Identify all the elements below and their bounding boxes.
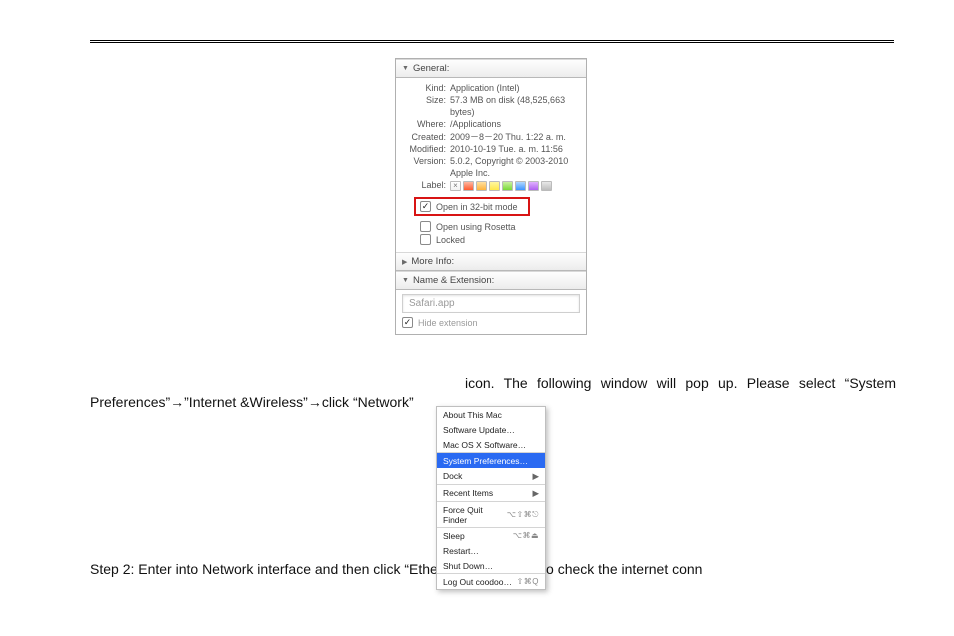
menu-shutdown[interactable]: Shut Down… <box>437 558 545 573</box>
horizontal-rule <box>90 40 894 43</box>
modified-label: Modified: <box>402 143 446 155</box>
name-ext-title: Name & Extension: <box>413 275 494 286</box>
kind-value: Application (Intel) <box>450 82 580 94</box>
menu-force-quit[interactable]: Force Quit Finder⌥⇧⌘⎋ <box>437 502 545 527</box>
menu-macosx-software[interactable]: Mac OS X Software… <box>437 437 545 452</box>
locked-checkbox[interactable] <box>420 234 431 245</box>
hide-extension-label: Hide extension <box>418 318 478 328</box>
where-label: Where: <box>402 118 446 130</box>
created-value: 2009－8－20 Thu. 1:22 a. m. <box>450 131 580 143</box>
label-swatches: × <box>450 181 580 191</box>
doc-text-line1: icon. The following window will pop up. … <box>465 375 896 391</box>
more-info-title: More Info: <box>411 256 454 267</box>
label-orange-swatch[interactable] <box>476 181 487 191</box>
menu-sleep[interactable]: Sleep⌥⌘⏏ <box>437 528 545 543</box>
open-rosetta-label: Open using Rosetta <box>436 222 516 232</box>
open-32bit-highlight: Open in 32-bit mode <box>414 197 530 216</box>
finder-label-label: Label: <box>402 179 446 191</box>
general-title: General: <box>413 63 449 74</box>
doc-text-line2: Preferences”→”Internet &Wireless”→click … <box>90 394 414 410</box>
name-ext-section-header[interactable]: ▼ Name & Extension: <box>396 271 586 290</box>
label-green-swatch[interactable] <box>502 181 513 191</box>
label-purple-swatch[interactable] <box>528 181 539 191</box>
filename-field[interactable]: Safari.app <box>402 294 580 313</box>
hide-extension-checkbox[interactable] <box>402 317 413 328</box>
submenu-arrow-icon: ▶ <box>532 488 539 499</box>
get-info-panel: ▼ General: Kind: Application (Intel) Size… <box>395 58 587 335</box>
disclosure-triangle-icon: ▶ <box>402 258 407 266</box>
size-value: 57.3 MB on disk (48,525,663 bytes) <box>450 94 580 118</box>
label-none-swatch[interactable]: × <box>450 181 461 191</box>
modified-value: 2010-10-19 Tue. a. m. 11:56 <box>450 143 580 155</box>
where-value: /Applications <box>450 118 580 130</box>
disclosure-triangle-icon: ▼ <box>402 65 409 72</box>
general-section-header[interactable]: ▼ General: <box>396 59 586 78</box>
size-label: Size: <box>402 94 446 118</box>
disclosure-triangle-icon: ▼ <box>402 277 409 284</box>
menu-system-preferences[interactable]: System Preferences… <box>437 453 545 468</box>
shortcut-label: ⇧⌘Q <box>517 577 539 586</box>
shortcut-label: ⌥⇧⌘⎋ <box>507 510 539 520</box>
menu-software-update[interactable]: Software Update… <box>437 422 545 437</box>
version-value: 5.0.2, Copyright © 2003-2010 Apple Inc. <box>450 155 580 179</box>
version-label: Version: <box>402 155 446 179</box>
label-yellow-swatch[interactable] <box>489 181 500 191</box>
created-label: Created: <box>402 131 446 143</box>
menu-about-this-mac[interactable]: About This Mac <box>437 407 545 422</box>
shortcut-label: ⌥⌘⏏ <box>513 531 539 540</box>
menu-logout[interactable]: Log Out coodoo…⇧⌘Q <box>437 574 545 589</box>
more-info-section-header[interactable]: ▶ More Info: <box>396 252 586 271</box>
submenu-arrow-icon: ▶ <box>532 471 539 482</box>
label-blue-swatch[interactable] <box>515 181 526 191</box>
doc-text-line3: Step 2: Enter into Network interface and… <box>90 561 702 577</box>
locked-label: Locked <box>436 235 465 245</box>
apple-menu: About This Mac Software Update… Mac OS X… <box>436 406 546 590</box>
open-rosetta-checkbox[interactable] <box>420 221 431 232</box>
menu-recent-items[interactable]: Recent Items▶ <box>437 485 545 501</box>
label-gray-swatch[interactable] <box>541 181 552 191</box>
label-red-swatch[interactable] <box>463 181 474 191</box>
kind-label: Kind: <box>402 82 446 94</box>
general-section-body: Kind: Application (Intel) Size:57.3 MB on… <box>396 78 586 252</box>
menu-dock[interactable]: Dock▶ <box>437 468 545 484</box>
open-32bit-checkbox[interactable] <box>420 201 431 212</box>
open-32bit-label: Open in 32-bit mode <box>436 202 518 212</box>
menu-restart[interactable]: Restart… <box>437 543 545 558</box>
